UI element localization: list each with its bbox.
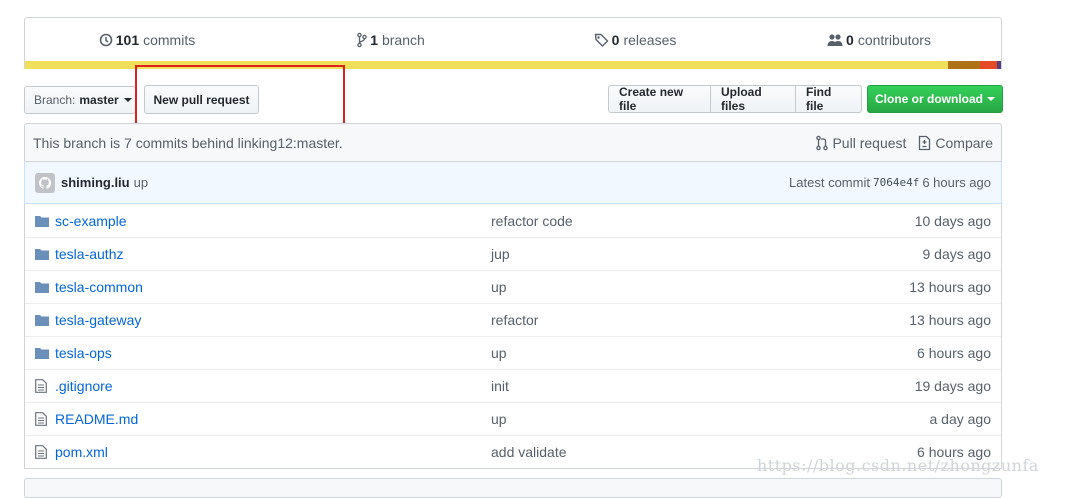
commits-count: 101: [115, 32, 140, 48]
file-list: sc-example refactor code 10 days ago tes…: [24, 204, 1002, 469]
file-age: 13 hours ago: [909, 279, 991, 295]
watermark-text: https://blog.csdn.net/zhongzunfa: [757, 456, 1039, 475]
pull-request-link[interactable]: Pull request: [816, 135, 906, 151]
file-commit-message[interactable]: refactor code: [491, 213, 915, 229]
file-age: 10 days ago: [914, 212, 991, 229]
language-segment: [948, 61, 981, 69]
upload-files-button[interactable]: Upload files: [710, 85, 796, 113]
file-age: 13 hours ago: [909, 312, 991, 328]
file-commit-message[interactable]: init: [491, 378, 915, 394]
clone-or-download-label: Clone or download: [875, 92, 983, 106]
compare-link[interactable]: Compare: [918, 135, 993, 151]
readme-box: [24, 478, 1002, 498]
file-icon: [35, 445, 51, 459]
table-row: .gitignore init 19 days ago: [25, 369, 1001, 402]
file-icon: [35, 412, 51, 426]
file-name-link[interactable]: README.md: [55, 411, 491, 427]
file-diff-icon: [919, 135, 931, 150]
folder-icon: [35, 281, 51, 293]
caret-down-icon: [987, 97, 995, 101]
folder-icon: [35, 347, 51, 359]
commit-age: 6 hours ago: [922, 175, 991, 190]
branch-label: branch: [381, 32, 425, 48]
contributors-label: contributors: [857, 32, 931, 48]
file-commit-message[interactable]: jup: [491, 246, 923, 262]
file-name-link[interactable]: tesla-authz: [55, 246, 491, 262]
find-file-button[interactable]: Find file: [795, 85, 862, 113]
branch-link[interactable]: 1 branch: [269, 32, 513, 48]
file-commit-message[interactable]: up: [491, 345, 917, 361]
file-age: 19 days ago: [914, 378, 991, 394]
clone-or-download-button[interactable]: Clone or download: [867, 85, 1003, 113]
file-age: 6 hours ago: [917, 345, 991, 361]
find-file-label: Find file: [806, 85, 832, 113]
file-name-link[interactable]: tesla-ops: [55, 345, 491, 361]
latest-commit-bar: shiming.liu up Latest commit 7064e4f 6 h…: [24, 162, 1002, 204]
branch-select-button[interactable]: Branch: master: [24, 86, 136, 114]
table-row: tesla-gateway refactor 13 hours ago: [25, 303, 1001, 336]
file-icon: [35, 379, 51, 393]
avatar[interactable]: [35, 172, 55, 193]
commit-sha-link[interactable]: 7064e4f: [873, 176, 919, 189]
commit-author-link[interactable]: shiming.liu: [61, 175, 130, 190]
folder-icon: [35, 215, 51, 227]
create-new-file-label: Create new file: [619, 85, 684, 113]
file-age: a day ago: [929, 411, 992, 427]
pull-request-label: Pull request: [832, 134, 907, 151]
releases-link[interactable]: 0 releases: [513, 32, 757, 48]
language-segment: [980, 61, 998, 69]
contributors-link[interactable]: 0 contributors: [757, 32, 1001, 48]
branch-select-label: Branch:: [34, 93, 76, 107]
folder-icon: [35, 314, 51, 326]
table-row: tesla-authz jup 9 days ago: [25, 237, 1001, 270]
create-new-file-button[interactable]: Create new file: [608, 85, 711, 113]
file-name-link[interactable]: sc-example: [55, 213, 491, 229]
upload-files-label: Upload files: [721, 85, 762, 113]
branch-count: 1: [370, 32, 378, 48]
commits-link[interactable]: 101 commits: [25, 32, 269, 48]
file-actions-group: Create new file Upload files Find file: [608, 85, 862, 113]
tag-icon: [594, 33, 609, 47]
file-commit-message[interactable]: up: [491, 411, 930, 427]
branch-status-text: This branch is 7 commits behind linking1…: [33, 134, 343, 151]
people-icon: [827, 34, 843, 46]
folder-icon: [35, 248, 51, 260]
releases-count: 0: [611, 32, 620, 48]
repo-summary: 101 commits 1 branch 0 releases 0 contri…: [24, 17, 1002, 69]
file-commit-message[interactable]: refactor: [491, 312, 909, 328]
caret-down-icon: [123, 98, 132, 102]
commit-message[interactable]: up: [134, 175, 148, 190]
table-row: README.md up a day ago: [25, 402, 1001, 435]
contributors-count: 0: [846, 32, 854, 48]
compare-label: Compare: [935, 134, 993, 151]
table-row: sc-example refactor code 10 days ago: [25, 204, 1001, 237]
branch-select-value: master: [79, 93, 119, 107]
latest-commit-label: Latest commit: [789, 175, 870, 190]
commits-label: commits: [143, 32, 196, 48]
git-pull-request-icon: [816, 135, 829, 150]
branch-status-bar: This branch is 7 commits behind linking1…: [24, 123, 1002, 162]
file-name-link[interactable]: pom.xml: [55, 444, 491, 460]
table-row: tesla-common up 13 hours ago: [25, 270, 1001, 303]
file-commit-message[interactable]: up: [491, 279, 909, 295]
language-segment: [997, 61, 1001, 69]
file-name-link[interactable]: tesla-common: [55, 279, 491, 295]
file-name-link[interactable]: .gitignore: [55, 378, 491, 394]
history-icon: [99, 33, 113, 47]
releases-label: releases: [623, 32, 677, 48]
octocat-icon: [38, 176, 52, 189]
file-name-link[interactable]: tesla-gateway: [55, 312, 491, 328]
file-age: 9 days ago: [922, 246, 992, 262]
table-row: tesla-ops up 6 hours ago: [25, 336, 1001, 369]
git-branch-icon: [357, 32, 367, 48]
